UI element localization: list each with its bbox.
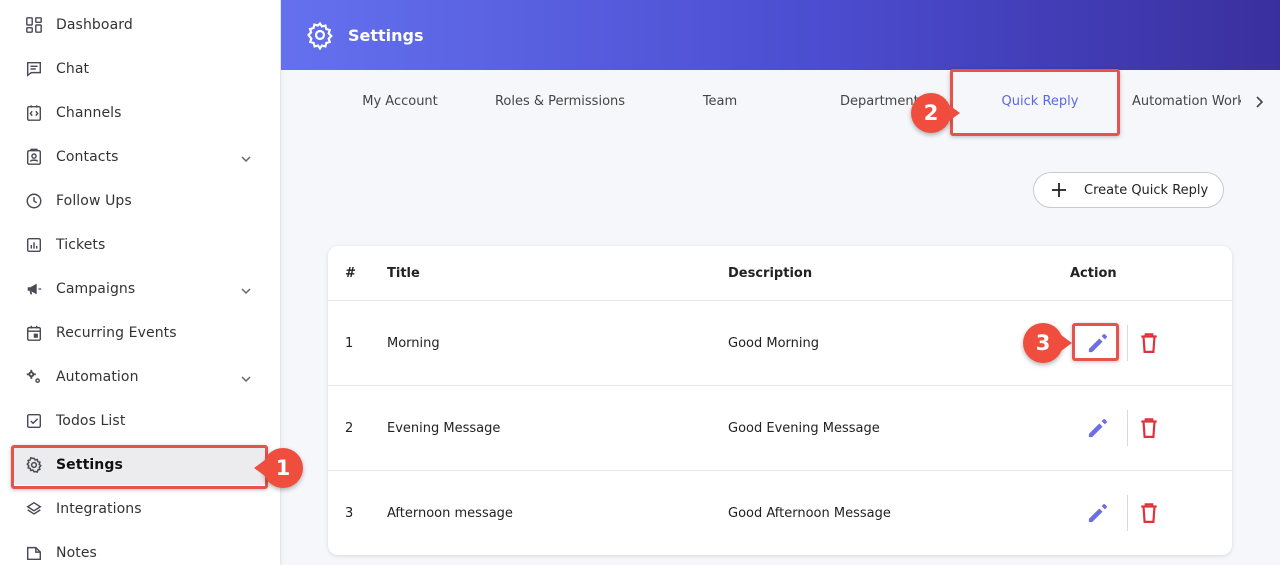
action-divider xyxy=(1127,325,1128,361)
plus-icon xyxy=(1050,181,1068,199)
sidebar-item-label: Settings xyxy=(56,457,123,473)
sidebar-item-channels[interactable]: Channels xyxy=(14,93,266,133)
sidebar-item-label: Campaigns xyxy=(56,281,136,297)
checkbox-icon xyxy=(24,411,44,431)
sidebar-item-label: Contacts xyxy=(56,149,119,165)
page-title: Settings xyxy=(348,25,424,45)
annotation-badge-1: 1 xyxy=(254,448,303,488)
tab-my-account[interactable]: My Account xyxy=(350,88,450,114)
edit-icon[interactable] xyxy=(1085,415,1111,441)
contacts-icon xyxy=(24,147,44,167)
channels-icon xyxy=(24,103,44,123)
action-divider xyxy=(1127,410,1128,446)
sidebar-item-contacts[interactable]: Contacts xyxy=(14,137,266,177)
table-row: 1 Morning Good Morning xyxy=(328,301,1232,386)
chevron-right-icon[interactable] xyxy=(1252,94,1266,108)
annotation-badge-3: 3 xyxy=(1023,323,1072,363)
layers-icon xyxy=(24,499,44,519)
trash-icon[interactable] xyxy=(1138,501,1160,525)
sidebar: Dashboard Chat Channels Contacts Follow … xyxy=(0,0,281,565)
chevron-down-icon[interactable] xyxy=(240,282,252,295)
chat-icon xyxy=(24,59,44,79)
tab-automation-workflows[interactable]: Automation Workflows xyxy=(1132,88,1241,114)
sidebar-item-chat[interactable]: Chat xyxy=(14,49,266,89)
sidebar-item-label: Automation xyxy=(56,369,139,385)
row-number: 1 xyxy=(345,335,354,351)
sidebar-item-label: Dashboard xyxy=(56,17,133,33)
annotation-badge-2: 2 xyxy=(911,93,960,133)
sidebar-item-todos-list[interactable]: Todos List xyxy=(14,401,266,441)
row-title: Evening Message xyxy=(387,420,501,436)
calendar-icon xyxy=(24,323,44,343)
tab-quick-reply[interactable]: Quick Reply xyxy=(980,88,1100,114)
row-number: 2 xyxy=(345,420,354,436)
gear-icon xyxy=(305,20,335,51)
sidebar-item-integrations[interactable]: Integrations xyxy=(14,489,266,529)
gear-icon xyxy=(24,455,44,475)
tab-team[interactable]: Team xyxy=(690,88,750,114)
notes-icon xyxy=(24,543,44,563)
chevron-down-icon[interactable] xyxy=(240,150,252,163)
trash-icon[interactable] xyxy=(1138,416,1160,440)
sidebar-item-label: Channels xyxy=(56,105,122,121)
sidebar-item-label: Todos List xyxy=(56,413,126,429)
sidebar-item-tickets[interactable]: Tickets xyxy=(14,225,266,265)
row-title: Morning xyxy=(387,335,440,351)
quick-reply-table: # Title Description Action 1 Morning Goo… xyxy=(328,246,1232,555)
page-header: Settings xyxy=(281,0,1280,70)
chevron-down-icon[interactable] xyxy=(240,370,252,383)
automation-icon xyxy=(24,367,44,387)
create-quick-reply-label: Create Quick Reply xyxy=(1084,182,1209,198)
trash-icon[interactable] xyxy=(1138,331,1160,355)
header-number: # xyxy=(345,265,356,281)
sidebar-item-automation[interactable]: Automation xyxy=(14,357,266,397)
sidebar-item-label: Notes xyxy=(56,545,97,561)
tab-roles-permissions[interactable]: Roles & Permissions xyxy=(480,88,640,114)
sidebar-item-settings[interactable]: Settings xyxy=(14,445,266,485)
table-row: 2 Evening Message Good Evening Message xyxy=(328,386,1232,471)
row-title: Afternoon message xyxy=(387,506,513,521)
row-number: 3 xyxy=(345,506,354,521)
clock-icon xyxy=(24,191,44,211)
sidebar-item-notes[interactable]: Notes xyxy=(14,533,266,565)
row-description: Good Evening Message xyxy=(728,420,880,436)
edit-icon[interactable] xyxy=(1085,330,1111,356)
edit-icon[interactable] xyxy=(1085,500,1111,526)
megaphone-icon xyxy=(24,279,44,299)
tab-departments-clip: Departments xyxy=(838,88,920,114)
header-title: Title xyxy=(387,265,420,281)
table-row: 3 Afternoon message Good Afternoon Messa… xyxy=(328,471,1232,555)
tab-departments[interactable]: Departments xyxy=(840,88,920,114)
sidebar-item-label: Integrations xyxy=(56,501,142,517)
action-divider xyxy=(1127,495,1128,531)
sidebar-item-label: Follow Ups xyxy=(56,193,132,209)
sidebar-item-follow-ups[interactable]: Follow Ups xyxy=(14,181,266,221)
row-description: Good Afternoon Message xyxy=(728,506,891,521)
row-description: Good Morning xyxy=(728,335,819,351)
header-description: Description xyxy=(728,265,813,281)
sidebar-item-label: Tickets xyxy=(56,237,106,253)
sidebar-item-label: Chat xyxy=(56,61,90,77)
sidebar-item-campaigns[interactable]: Campaigns xyxy=(14,269,266,309)
header-action: Action xyxy=(1070,265,1117,281)
table-header-row: # Title Description Action xyxy=(328,246,1232,301)
sidebar-item-dashboard[interactable]: Dashboard xyxy=(14,5,266,45)
create-quick-reply-button[interactable]: Create Quick Reply xyxy=(1033,172,1224,208)
dashboard-icon xyxy=(24,15,44,35)
sidebar-item-recurring-events[interactable]: Recurring Events xyxy=(14,313,266,353)
tab-automation-clip: Automation Workflows xyxy=(1131,88,1241,114)
sidebar-item-label: Recurring Events xyxy=(56,325,177,341)
tickets-icon xyxy=(24,235,44,255)
